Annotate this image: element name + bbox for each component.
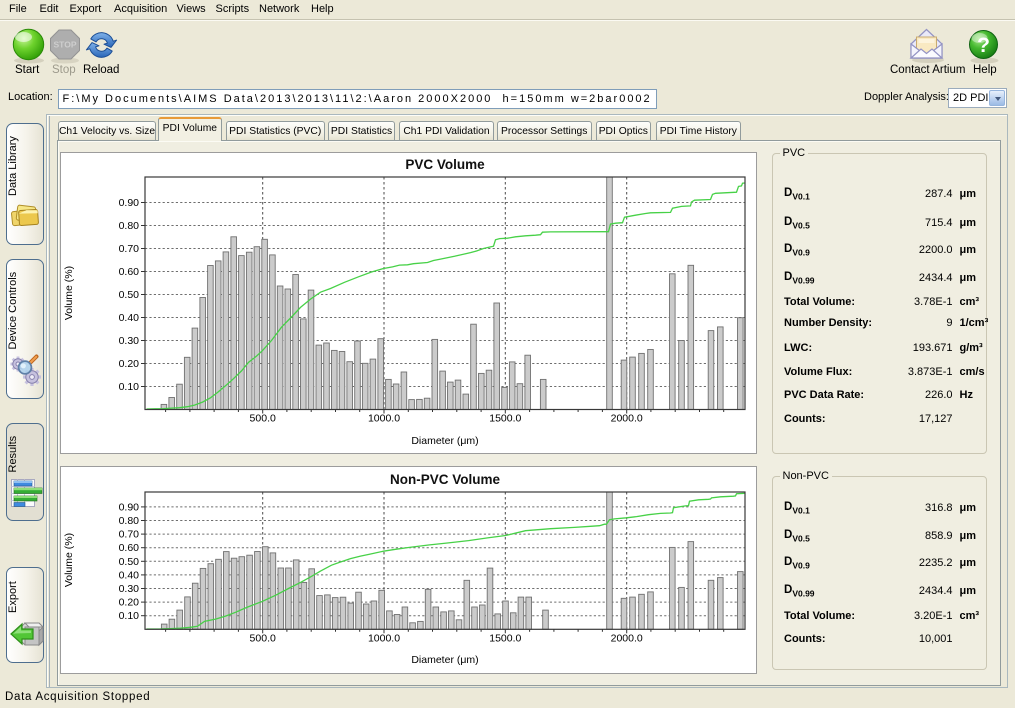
svg-text:2000.0: 2000.0 (610, 413, 642, 425)
svg-text:0.40: 0.40 (118, 569, 139, 581)
svg-text:0.30: 0.30 (118, 583, 139, 595)
svg-text:PVC Volume: PVC Volume (405, 157, 485, 172)
svg-text:?: ? (977, 34, 990, 57)
svg-text:1000.0: 1000.0 (367, 633, 399, 645)
svg-text:0.50: 0.50 (118, 556, 139, 568)
svg-text:1000.0: 1000.0 (367, 413, 399, 425)
svg-text:Diameter (μm): Diameter (μm) (411, 654, 478, 666)
svg-text:0.60: 0.60 (118, 266, 139, 278)
svg-text:0.80: 0.80 (118, 220, 139, 232)
svg-text:0.20: 0.20 (118, 358, 139, 370)
svg-text:Volume (%): Volume (%) (63, 533, 75, 587)
svg-text:0.90: 0.90 (118, 197, 139, 209)
svg-text:0.20: 0.20 (118, 597, 139, 609)
svg-text:Volume (%): Volume (%) (63, 266, 75, 320)
svg-text:0.10: 0.10 (118, 610, 139, 622)
svg-text:0.80: 0.80 (118, 515, 139, 527)
svg-text:500.0: 500.0 (249, 633, 275, 645)
svg-text:0.60: 0.60 (118, 542, 139, 554)
svg-text:0.30: 0.30 (118, 335, 139, 347)
svg-text:0.70: 0.70 (118, 529, 139, 541)
svg-text:0.50: 0.50 (118, 289, 139, 301)
svg-text:500.0: 500.0 (249, 413, 275, 425)
svg-text:2000.0: 2000.0 (610, 633, 642, 645)
svg-text:0.90: 0.90 (118, 501, 139, 513)
svg-text:1500.0: 1500.0 (489, 633, 521, 645)
svg-text:STOP: STOP (54, 40, 77, 50)
svg-text:0.40: 0.40 (118, 312, 139, 324)
svg-text:0.10: 0.10 (118, 381, 139, 393)
svg-text:0.70: 0.70 (118, 243, 139, 255)
svg-text:1500.0: 1500.0 (489, 413, 521, 425)
svg-text:Diameter (μm): Diameter (μm) (411, 435, 478, 447)
svg-text:Non-PVC Volume: Non-PVC Volume (389, 472, 499, 487)
